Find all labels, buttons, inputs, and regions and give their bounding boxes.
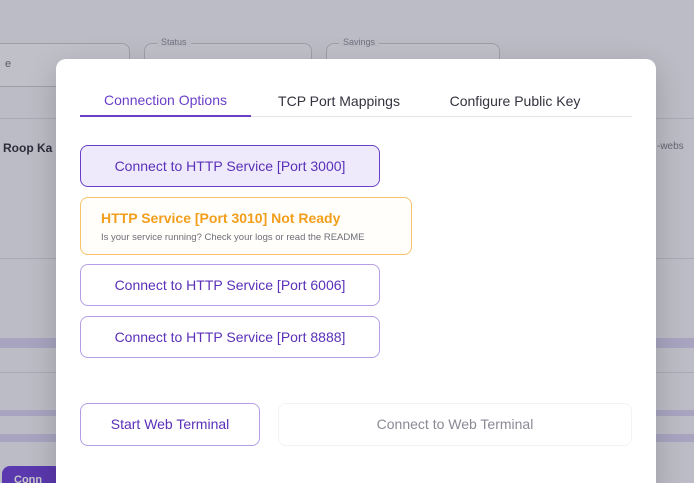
connect-http-3000-button[interactable]: Connect to HTTP Service [Port 3000] xyxy=(80,145,380,187)
connect-http-8888-button[interactable]: Connect to HTTP Service [Port 8888] xyxy=(80,316,380,358)
start-web-terminal-button[interactable]: Start Web Terminal xyxy=(80,403,260,446)
connect-web-terminal-button[interactable]: Connect to Web Terminal xyxy=(278,403,632,446)
tab-tcp-port-mappings[interactable]: TCP Port Mappings xyxy=(262,85,416,117)
service-not-ready-title: HTTP Service [Port 3010] Not Ready xyxy=(101,210,341,226)
connect-http-6006-button[interactable]: Connect to HTTP Service [Port 6006] xyxy=(80,264,380,306)
service-not-ready-notice: HTTP Service [Port 3010] Not Ready Is yo… xyxy=(80,197,412,255)
service-not-ready-hint: Is your service running? Check your logs… xyxy=(101,232,365,243)
connection-modal: Connection Options TCP Port Mappings Con… xyxy=(56,59,656,483)
tab-configure-public-key[interactable]: Configure Public Key xyxy=(432,85,598,117)
modal-tabs: Connection Options TCP Port Mappings Con… xyxy=(80,85,632,117)
tab-connection-options[interactable]: Connection Options xyxy=(80,85,251,117)
